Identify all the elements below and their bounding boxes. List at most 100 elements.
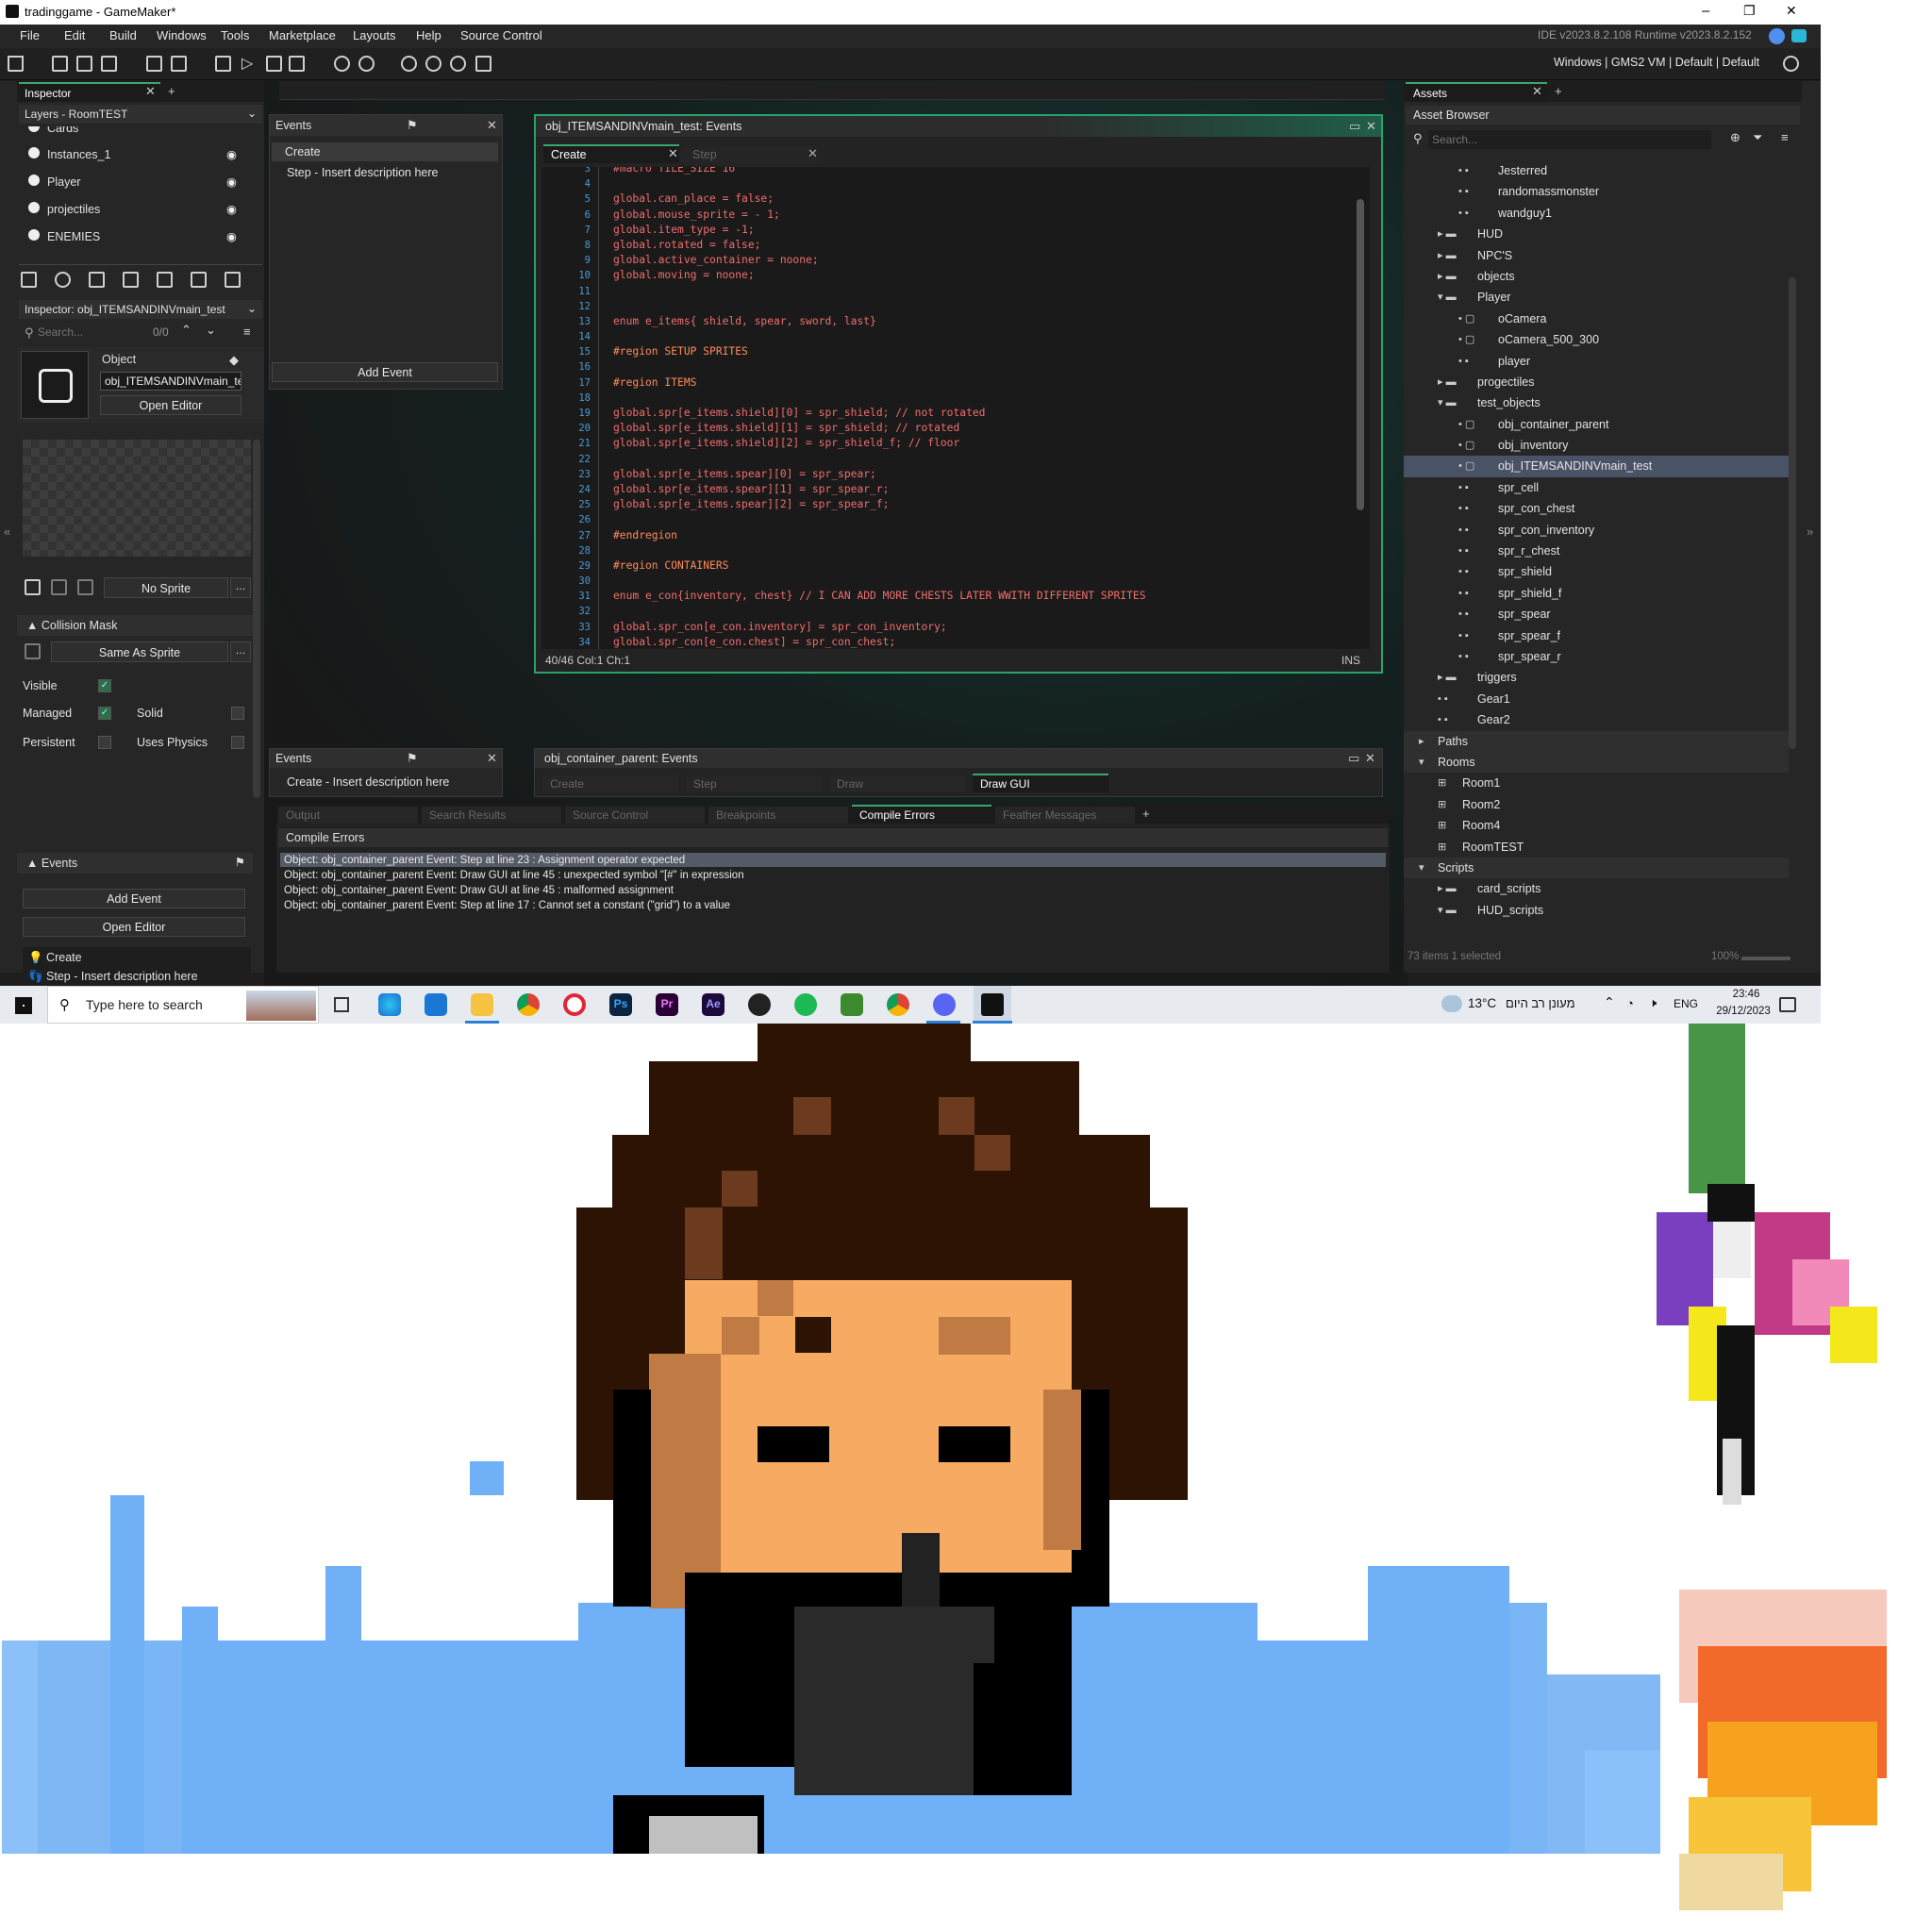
save-icon[interactable] bbox=[101, 56, 117, 72]
asset-tree-item[interactable]: ▾ ▬ HUD_scripts bbox=[1404, 900, 1789, 921]
create-asset-icon[interactable]: ⊕ bbox=[1730, 130, 1740, 145]
menu-build[interactable]: Build bbox=[109, 28, 137, 42]
asset-tree-item[interactable]: ▸ ▬ triggers bbox=[1404, 667, 1789, 688]
grid-icon[interactable] bbox=[475, 56, 491, 72]
object-name-field[interactable]: obj_ITEMSANDINVmain_te bbox=[100, 372, 242, 391]
code-line[interactable]: global.mouse_sprite = - 1; bbox=[600, 208, 1146, 223]
maximize-icon[interactable]: ▭ bbox=[1349, 119, 1360, 134]
layer-row[interactable]: Cards bbox=[28, 126, 255, 135]
code-line[interactable]: #macro TILE_SIZE 16 bbox=[600, 167, 1146, 176]
code-line[interactable]: global.rotated = false; bbox=[600, 238, 1146, 253]
target-settings-icon[interactable] bbox=[1783, 56, 1799, 72]
asset-tree-item[interactable]: • ▢ oCamera bbox=[1404, 308, 1789, 329]
event-create[interactable]: 💡 Create bbox=[28, 951, 82, 965]
asset-tree-item[interactable]: • ▪ spr_spear_r bbox=[1404, 646, 1789, 667]
menu-marketplace[interactable]: Marketplace bbox=[269, 28, 336, 42]
code-line[interactable]: global.moving = noone; bbox=[600, 268, 1146, 283]
add-event-button[interactable]: Add Event bbox=[272, 362, 498, 382]
close-icon[interactable]: ✕ bbox=[487, 118, 497, 133]
solid-checkbox[interactable] bbox=[231, 707, 244, 720]
target-selector[interactable]: Windows | GMS2 VM | Default | Default bbox=[1554, 56, 1759, 69]
tab-search-results[interactable]: Search Results bbox=[422, 807, 561, 824]
open-folder-icon[interactable] bbox=[76, 56, 92, 72]
close-icon[interactable]: ✕ bbox=[1532, 84, 1542, 99]
export-icon[interactable] bbox=[146, 56, 162, 72]
menu-help[interactable]: Help bbox=[416, 28, 441, 42]
asset-tree-item[interactable]: • ▢ obj_container_parent bbox=[1404, 414, 1789, 435]
add-event-button[interactable]: Add Event bbox=[23, 889, 245, 908]
tile-layer-icon[interactable] bbox=[89, 272, 105, 288]
menu-file[interactable]: File bbox=[20, 28, 40, 42]
asset-tree-item[interactable]: • ▪ spr_cell bbox=[1404, 477, 1789, 498]
debug-icon[interactable] bbox=[215, 56, 231, 72]
help-icon[interactable] bbox=[358, 56, 375, 72]
menu-edit[interactable]: Edit bbox=[64, 28, 85, 42]
tab-draw-gui[interactable]: Draw GUI bbox=[973, 774, 1108, 792]
asset-tree-item[interactable]: • ▪ Jesterred bbox=[1404, 160, 1789, 181]
tab-breakpoints[interactable]: Breakpoints bbox=[708, 807, 848, 824]
home-icon[interactable] bbox=[8, 56, 24, 72]
code-line[interactable] bbox=[600, 284, 1146, 299]
asset-tree-item[interactable]: • ▢ obj_inventory bbox=[1404, 435, 1789, 456]
clock-time[interactable]: 23:46 bbox=[1723, 989, 1770, 1000]
layer-row[interactable]: ENEMIES ◉ bbox=[28, 229, 255, 243]
error-row[interactable]: Object: obj_container_parent Event: Step… bbox=[284, 853, 744, 868]
code-line[interactable]: #region SETUP SPRITES bbox=[600, 344, 1146, 359]
tab-step[interactable]: Step bbox=[686, 775, 822, 792]
account-icon[interactable] bbox=[1769, 28, 1785, 44]
code-line[interactable] bbox=[600, 574, 1146, 589]
spotify-icon[interactable] bbox=[794, 993, 817, 1016]
opera-icon[interactable] bbox=[563, 993, 586, 1016]
chrome-profile-icon[interactable] bbox=[887, 993, 909, 1016]
task-view-icon[interactable] bbox=[334, 997, 349, 1012]
maximize-icon[interactable]: ▭ bbox=[1348, 751, 1359, 766]
code-line[interactable]: global.item_type = -1; bbox=[600, 223, 1146, 238]
open-editor-button[interactable]: Open Editor bbox=[100, 395, 242, 415]
layer-row[interactable]: projectiles ◉ bbox=[28, 202, 255, 216]
tab-step[interactable]: Step bbox=[681, 146, 817, 163]
code-line[interactable]: global.spr[e_items.shield][1] = spr_shie… bbox=[600, 421, 1146, 436]
tab-feather-messages[interactable]: Feather Messages bbox=[995, 807, 1135, 824]
event-item-step[interactable]: Step - Insert description here bbox=[272, 163, 498, 182]
asset-tree-item[interactable]: • ▢ oCamera_500_300 bbox=[1404, 329, 1789, 350]
collision-mask-section[interactable]: ▲ Collision Mask bbox=[17, 615, 253, 636]
asset-tree-item[interactable]: • ▪ spr_shield_f bbox=[1404, 583, 1789, 604]
code-line[interactable]: global.spr_con[e_con.inventory] = spr_co… bbox=[600, 620, 1146, 635]
mask-more-button[interactable]: … bbox=[230, 641, 251, 662]
inspector-scrollbar[interactable] bbox=[253, 440, 260, 798]
zoom-out-icon[interactable] bbox=[401, 56, 417, 72]
tab-create[interactable]: Create bbox=[543, 144, 679, 163]
windows-start-icon[interactable] bbox=[15, 997, 32, 1014]
menu-icon[interactable]: ≡ bbox=[243, 325, 251, 339]
restore-button[interactable]: ❐ bbox=[1743, 3, 1756, 19]
code-line[interactable] bbox=[600, 359, 1146, 375]
managed-checkbox[interactable]: ✓ bbox=[98, 707, 111, 720]
file-explorer-icon[interactable] bbox=[471, 993, 493, 1016]
flag-icon[interactable]: ⚑ bbox=[407, 751, 418, 766]
photoshop-icon[interactable]: Ps bbox=[609, 993, 632, 1016]
asset-tree-item[interactable]: • ▪ player bbox=[1404, 351, 1789, 372]
sprite-icon[interactable] bbox=[25, 579, 41, 595]
asset-tree-item[interactable]: • ▪ spr_r_chest bbox=[1404, 541, 1789, 561]
close-icon[interactable]: ✕ bbox=[145, 84, 156, 99]
layers-dropdown[interactable]: Layers - RoomTEST ⌄ bbox=[19, 105, 262, 124]
open-editor-events-button[interactable]: Open Editor bbox=[23, 917, 245, 937]
tab-draw[interactable]: Draw bbox=[829, 775, 965, 792]
persistent-checkbox[interactable] bbox=[98, 736, 111, 749]
code-line[interactable] bbox=[600, 176, 1146, 192]
notifications-icon[interactable] bbox=[1779, 997, 1796, 1012]
uses-physics-checkbox[interactable] bbox=[231, 736, 244, 749]
volume-icon[interactable]: 🕨 bbox=[1649, 995, 1657, 1010]
tab-inspector[interactable]: Inspector bbox=[19, 82, 160, 102]
stop-icon[interactable] bbox=[266, 56, 282, 72]
language-indicator[interactable]: ENG bbox=[1674, 997, 1698, 1010]
close-icon[interactable]: ✕ bbox=[1366, 119, 1376, 134]
search-input[interactable] bbox=[38, 323, 123, 341]
menu-windows[interactable]: Windows bbox=[157, 28, 207, 42]
close-icon[interactable]: ✕ bbox=[487, 751, 497, 766]
asset-tree-item[interactable]: ▸ Paths bbox=[1404, 730, 1789, 752]
error-row[interactable]: Object: obj_container_parent Event: Step… bbox=[284, 898, 744, 913]
clock-date[interactable]: 29/12/2023 bbox=[1706, 1006, 1781, 1017]
tab-output[interactable]: Output bbox=[278, 807, 418, 824]
new-file-icon[interactable] bbox=[52, 56, 68, 72]
